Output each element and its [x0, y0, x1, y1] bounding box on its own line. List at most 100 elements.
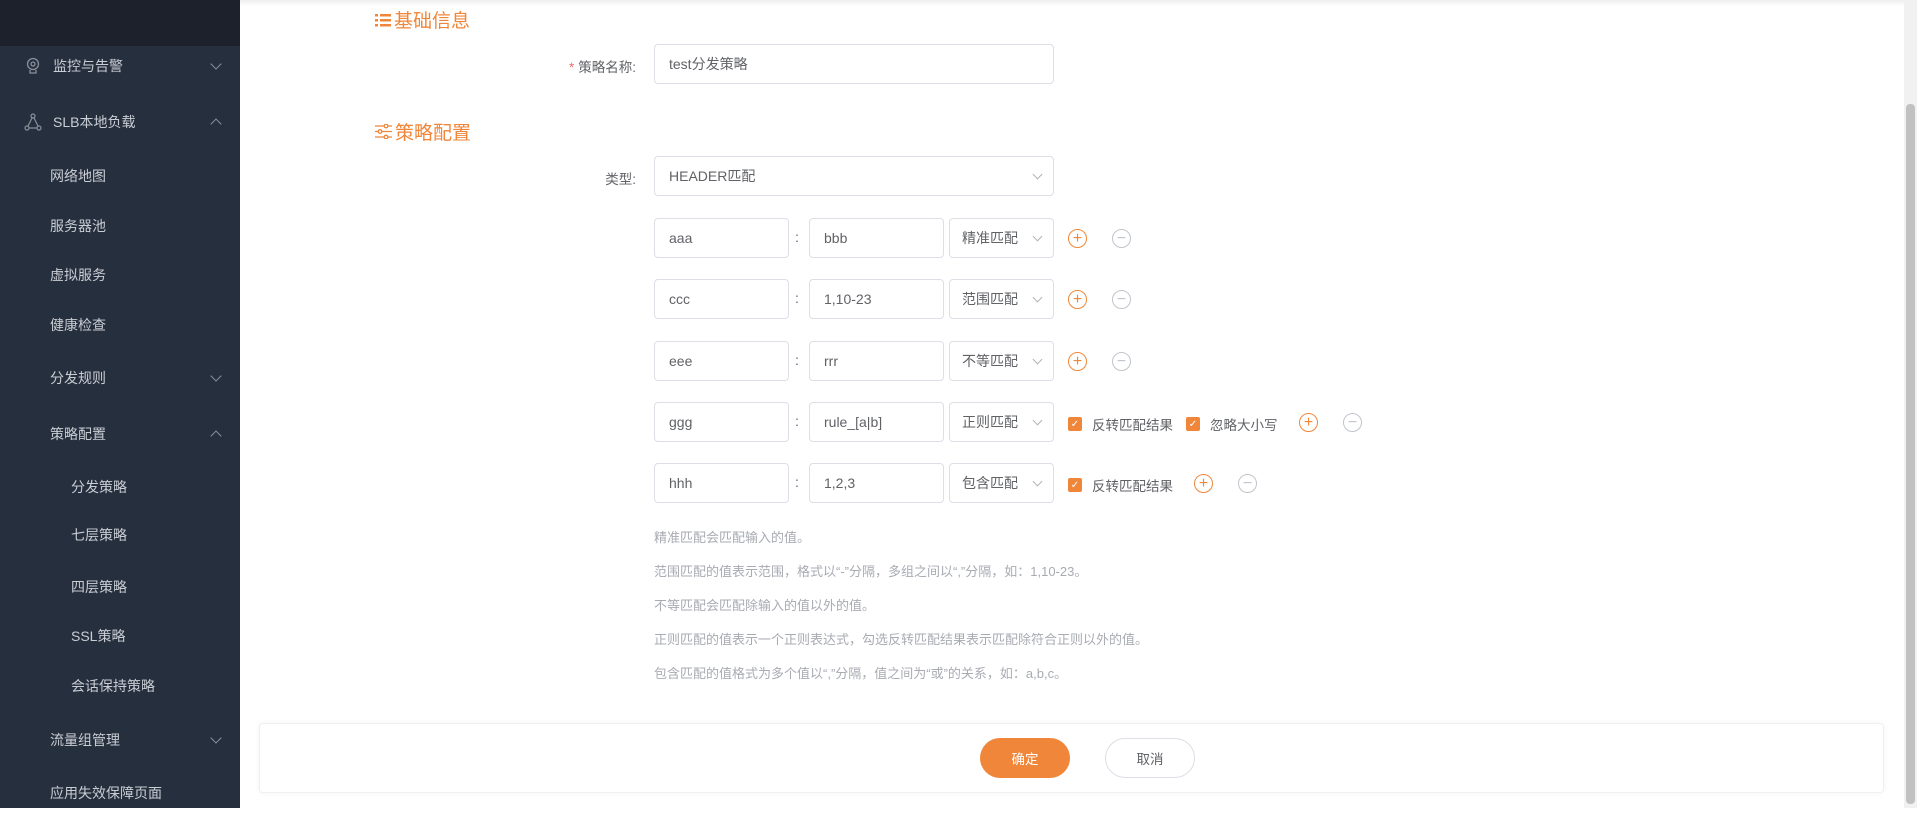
chevron-down-icon [210, 58, 222, 70]
sidebar-item-l7-policy[interactable]: 七层策略 [0, 512, 240, 558]
policy-name-label: * 策略名称: [436, 56, 636, 76]
add-row-icon[interactable]: + [1068, 352, 1087, 371]
remove-row-icon[interactable]: − [1343, 413, 1362, 432]
chevron-down-icon [1032, 231, 1043, 242]
sidebar-item-label: 策略配置 [50, 426, 106, 442]
checkbox-label: 反转匹配结果 [1092, 479, 1173, 494]
sidebar-item-label: 应用失效保障页面 [50, 785, 162, 801]
help-text: 精准匹配会匹配输入的值。 [654, 530, 811, 545]
add-row-icon[interactable]: + [1299, 413, 1318, 432]
checkbox-label: 忽略大小写 [1210, 418, 1278, 433]
colon-separator: : [795, 352, 799, 368]
sidebar-item-health-check[interactable]: 健康检查 [0, 302, 240, 348]
match-type-select[interactable]: 范围匹配 [949, 279, 1054, 319]
location-icon [26, 57, 40, 74]
sidebar-item-dispatch-rules[interactable]: 分发规则 [0, 355, 240, 401]
match-type-select[interactable]: 包含匹配 [949, 463, 1054, 503]
remove-row-icon[interactable]: − [1112, 229, 1131, 248]
sidebar-item-network-map[interactable]: 网络地图 [0, 153, 240, 199]
header-key-input[interactable]: aaa [654, 218, 789, 258]
section-policy-config: 策略配置 [375, 118, 471, 145]
sidebar-item-dispatch-policy[interactable]: 分发策略 [0, 464, 240, 510]
add-row-icon[interactable]: + [1068, 290, 1087, 309]
match-type-select[interactable]: 不等匹配 [949, 341, 1054, 381]
sidebar: 监控与告警 SLB本地负载 网络地图 服务器池 虚拟服务 健康检查 分发规则 策… [0, 0, 240, 808]
section-basic-info: 基础信息 [375, 6, 470, 33]
sidebar-item-label: 健康检查 [50, 317, 106, 333]
sidebar-item-label: 分发规则 [50, 370, 106, 386]
sidebar-item-label: 监控与告警 [53, 58, 123, 74]
chevron-down-icon [1032, 476, 1043, 487]
colon-separator: : [795, 229, 799, 245]
sidebar-item-virtual-service[interactable]: 虚拟服务 [0, 252, 240, 298]
sidebar-item-ssl-policy[interactable]: SSL策略 [0, 613, 240, 659]
header-value-input[interactable]: 1,10-23 [809, 279, 944, 319]
scrollbar-thumb[interactable] [1906, 104, 1915, 804]
type-value: HEADER匹配 [669, 168, 756, 184]
match-type-value: 范围匹配 [962, 291, 1018, 307]
sidebar-item-label: 虚拟服务 [50, 267, 106, 283]
required-mark: * [568, 60, 575, 75]
sidebar-item-policy-config[interactable]: 策略配置 [0, 411, 240, 457]
header-key-input[interactable]: ggg [654, 402, 789, 442]
invert-match-checkbox[interactable]: ✓ 反转匹配结果 [1068, 414, 1173, 434]
section-title: 策略配置 [395, 123, 472, 144]
sidebar-item-label: 网络地图 [50, 168, 106, 184]
ignore-case-checkbox[interactable]: ✓ 忽略大小写 [1186, 414, 1278, 434]
sidebar-item-label: 七层策略 [71, 527, 127, 543]
help-text: 范围匹配的值表示范围，格式以“-”分隔，多组之间以“,”分隔，如：1,10-23… [654, 564, 1088, 579]
match-type-value: 不等匹配 [962, 353, 1018, 369]
help-text: 正则匹配的值表示一个正则表达式，勾选反转匹配结果表示匹配除符合正则以外的值。 [654, 632, 1149, 647]
section-title: 基础信息 [394, 11, 471, 32]
header-value-input[interactable]: rrr [809, 341, 944, 381]
sidebar-item-label: 四层策略 [71, 579, 127, 595]
remove-row-icon[interactable]: − [1238, 474, 1257, 493]
chevron-down-icon [210, 732, 222, 744]
help-text: 不等匹配会匹配除输入的值以外的值。 [654, 598, 876, 613]
sidebar-item-slb[interactable]: SLB本地负载 [0, 99, 240, 145]
chevron-down-icon [210, 370, 222, 382]
invert-match-checkbox[interactable]: ✓ 反转匹配结果 [1068, 475, 1173, 495]
main-content: 基础信息 * 策略名称: test分发策略 策略配置 类型: HEADER匹配 a… [240, 0, 1904, 808]
header-key-input[interactable]: ccc [654, 279, 789, 319]
sidebar-item-label: 流量组管理 [50, 732, 120, 748]
header-value-input[interactable]: 1,2,3 [809, 463, 944, 503]
policy-name-input[interactable]: test分发策略 [654, 44, 1054, 84]
sidebar-item-session-policy[interactable]: 会话保持策略 [0, 663, 240, 709]
sidebar-item-server-pool[interactable]: 服务器池 [0, 203, 240, 249]
cancel-button[interactable]: 取消 [1105, 738, 1195, 778]
checkbox-checked-icon: ✓ [1068, 417, 1082, 431]
scrollbar[interactable] [1904, 0, 1917, 808]
header-key-input[interactable]: eee [654, 341, 789, 381]
help-text: 包含匹配的值格式为多个值以“,”分隔，值之间为“或”的关系，如：a,b,c。 [654, 666, 1068, 681]
chevron-down-icon [1032, 415, 1043, 426]
label-text: 策略名称: [578, 60, 636, 75]
header-value-input[interactable]: rule_[a|b] [809, 402, 944, 442]
add-row-icon[interactable]: + [1068, 229, 1087, 248]
checkbox-label: 反转匹配结果 [1092, 418, 1173, 433]
chevron-down-icon [1032, 169, 1043, 180]
type-select[interactable]: HEADER匹配 [654, 156, 1054, 196]
sidebar-item-traffic-group[interactable]: 流量组管理 [0, 717, 240, 763]
chevron-down-icon [1032, 354, 1043, 365]
sidebar-item-failover-page[interactable]: 应用失效保障页面 [0, 770, 240, 816]
sidebar-item-label: 服务器池 [50, 218, 106, 234]
match-type-value: 包含匹配 [962, 475, 1018, 491]
header-value-input[interactable]: bbb [809, 218, 944, 258]
sidebar-header [0, 0, 240, 46]
match-type-select[interactable]: 精准匹配 [949, 218, 1054, 258]
remove-row-icon[interactable]: − [1112, 352, 1131, 371]
colon-separator: : [795, 474, 799, 490]
remove-row-icon[interactable]: − [1112, 290, 1131, 309]
confirm-button[interactable]: 确定 [980, 738, 1070, 778]
sidebar-item-label: 会话保持策略 [71, 678, 155, 694]
add-row-icon[interactable]: + [1194, 474, 1213, 493]
sidebar-item-label: 分发策略 [71, 479, 127, 495]
sidebar-item-label: SLB本地负载 [53, 114, 136, 130]
match-type-value: 正则匹配 [962, 414, 1018, 430]
header-key-input[interactable]: hhh [654, 463, 789, 503]
sidebar-item-l4-policy[interactable]: 四层策略 [0, 564, 240, 610]
match-type-select[interactable]: 正则匹配 [949, 402, 1054, 442]
sidebar-item-label: SSL策略 [71, 628, 126, 644]
sidebar-item-monitoring[interactable]: 监控与告警 [0, 43, 240, 89]
